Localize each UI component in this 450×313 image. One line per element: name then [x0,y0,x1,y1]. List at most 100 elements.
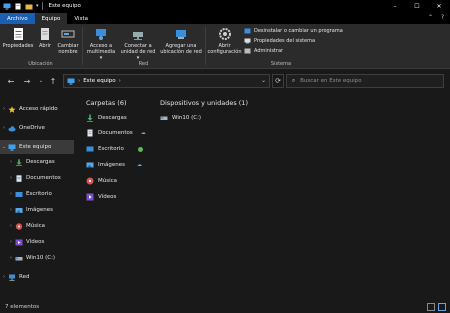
computer-icon [67,78,75,84]
cambiar-nombre-button[interactable]: Cambiar nombre [56,27,80,55]
folder-label: Descargas [98,115,127,121]
network-icon [9,274,15,281]
drive-item-win10-c[interactable]: Win10 (C:) [160,114,201,122]
tab-vista[interactable]: Vista [67,13,95,24]
title-bar: ▾ Este equipo – ☐ ✕ [0,0,450,12]
expand-chevron-icon[interactable]: › [0,106,8,112]
folder-item-videos[interactable]: Vídeos [86,193,116,201]
nav-descargas[interactable]: › Descargas [0,155,76,169]
abrir-configuracion-button[interactable]: Abrir configuración [207,27,242,55]
back-button[interactable]: ← [6,76,16,86]
sistema-group-label: Sistema [270,61,292,67]
add-network-location-icon [176,30,186,39]
expand-chevron-icon[interactable]: › [7,159,15,165]
content-area: Carpetas (6) Dispositivos y unidades (1)… [78,93,450,301]
nav-acceso-rapido[interactable]: › Acceso rápido [0,102,76,116]
drives-section-header[interactable]: Dispositivos y unidades (1) [160,99,248,107]
nav-este-equipo[interactable]: ⌄ Este equipo [0,140,76,154]
breadcrumb-separator[interactable]: › [78,78,80,84]
nav-win10-c[interactable]: › Win10 (C:) [0,251,76,265]
rename-icon [61,30,75,38]
folders-section-header[interactable]: Carpetas (6) [86,99,127,107]
recent-locations-chevron-icon[interactable]: ⌄ [36,76,46,86]
collapse-ribbon-icon[interactable]: ⌃ [427,14,434,21]
folder-item-imagenes[interactable]: Imágenes ☁ [86,161,142,169]
download-icon [16,158,22,166]
cloud-sync-icon: ☁ [140,130,146,136]
map-drive-icon [133,32,143,40]
nav-imagenes[interactable]: › Imágenes [0,203,76,217]
ribbon: Propiedades Abrir Cambiar nombre Ubicaci… [0,24,450,69]
breadcrumb-este-equipo[interactable]: Este equipo [83,78,115,84]
computer-icon [3,3,11,9]
documents-icon [16,174,22,182]
expand-chevron-icon[interactable]: › [7,255,15,261]
ribbon-tabs: Archivo Equipo Vista ⌃ ? [0,12,450,24]
music-icon [15,222,23,230]
expand-chevron-icon[interactable]: › [0,125,8,131]
expand-chevron-icon[interactable]: › [0,274,8,280]
nav-label: OneDrive [19,125,45,131]
agregar-ubicacion-button[interactable]: Agregar una ubicación de red [159,27,203,55]
large-icons-view-button[interactable] [438,303,446,311]
expand-chevron-icon[interactable]: › [7,239,15,245]
forward-button[interactable]: → [22,76,32,86]
search-placeholder: Buscar en Este equipo [300,78,362,84]
properties-qat-icon[interactable] [14,3,22,10]
breadcrumb-separator[interactable]: › [119,78,121,84]
cambiar-nombre-label: Cambiar nombre [57,43,79,55]
nav-pane-divider [74,93,76,301]
documents-icon [87,129,93,137]
tab-equipo[interactable]: Equipo [34,13,68,24]
new-folder-qat-icon[interactable] [25,3,33,10]
agregar-ubicacion-label: Agregar una ubicación de red [160,43,202,55]
pictures-icon [15,207,23,213]
folder-item-musica[interactable]: Música [86,177,117,185]
nav-label: Win10 (C:) [26,255,56,261]
pictures-icon [86,162,94,168]
abrir-button[interactable]: Abrir [36,27,54,49]
expand-chevron-icon[interactable]: › [7,175,15,181]
nav-escritorio[interactable]: › Escritorio [0,187,76,201]
conectar-unidad-button[interactable]: Conectar a unidad de red ▾ [119,27,157,61]
drive-icon [15,256,23,260]
close-button[interactable]: ✕ [428,0,450,12]
nav-musica[interactable]: › Música [0,219,76,233]
folder-item-escritorio[interactable]: Escritorio [86,145,143,153]
address-dropdown-icon[interactable]: ⌄ [261,77,266,84]
expand-chevron-icon[interactable]: ⌄ [0,144,8,150]
desktop-icon [86,146,94,152]
nav-videos[interactable]: › Vídeos [0,235,76,249]
folder-label: Música [98,178,118,184]
expand-chevron-icon[interactable]: › [7,191,15,197]
refresh-button[interactable]: ⟳ [272,74,284,88]
acceso-multimedia-button[interactable]: Acceso a multimedia ▾ [85,27,117,61]
administrar-button[interactable]: Administrar [244,48,283,54]
desktop-icon [15,191,23,197]
folder-label: Escritorio [98,146,124,152]
tab-archivo[interactable]: Archivo [0,13,35,24]
qat-dropdown[interactable]: ▾ [36,3,39,9]
desinstalar-programa-button[interactable]: Desinstalar o cambiar un programa [244,28,343,34]
properties-icon [14,28,23,40]
maximize-button[interactable]: ☐ [406,0,428,12]
nav-red[interactable]: › Red [0,270,76,284]
nav-label: Red [19,274,30,280]
folder-item-descargas[interactable]: Descargas [86,114,127,122]
minimize-button[interactable]: – [384,0,406,12]
address-bar[interactable]: › Este equipo › ⌄ [63,74,270,88]
propiedades-label: Propiedades [2,43,34,49]
propiedades-button[interactable]: Propiedades [3,27,33,49]
nav-documentos[interactable]: › Documentos [0,171,76,185]
up-button[interactable]: ↑ [48,76,58,86]
nav-onedrive[interactable]: › OneDrive [0,121,76,135]
folder-item-documentos[interactable]: Documentos ☁ [86,129,146,137]
abrir-configuracion-label: Abrir configuración [207,43,242,55]
expand-chevron-icon[interactable]: › [7,223,15,229]
help-icon[interactable]: ? [439,14,446,21]
expand-chevron-icon[interactable]: › [7,207,15,213]
propiedades-sistema-button[interactable]: Propiedades del sistema [244,38,315,44]
details-view-button[interactable] [427,303,435,311]
search-input[interactable]: ⌕ Buscar en Este equipo [286,74,444,88]
ribbon-group-red: Acceso a multimedia ▾ Conectar a unidad … [83,24,204,69]
